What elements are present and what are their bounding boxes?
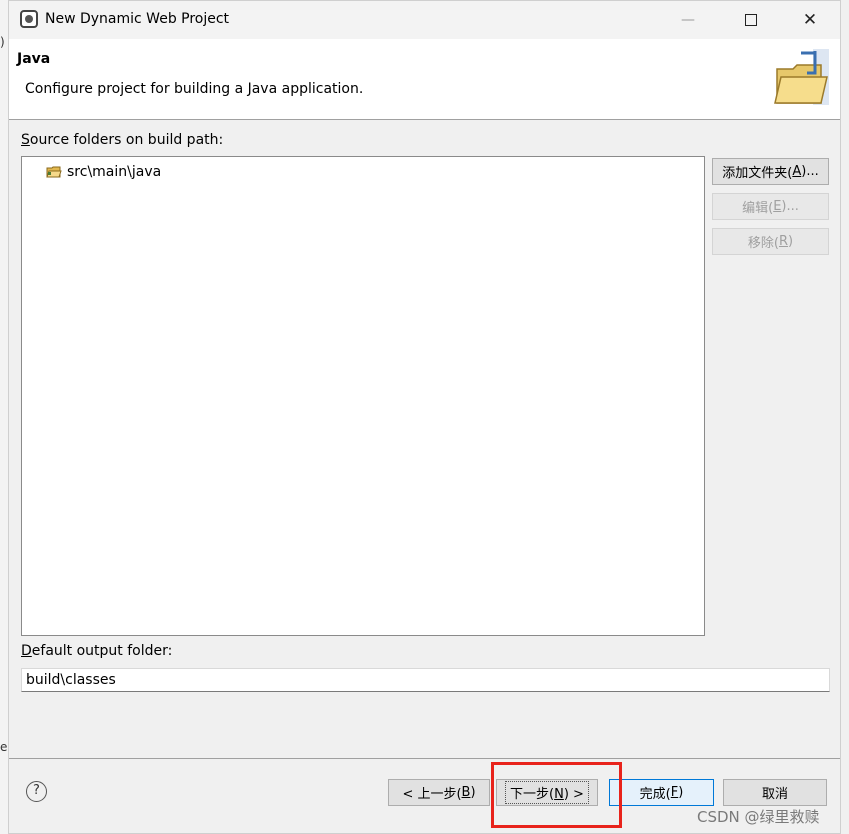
source-folders-label: Source folders on build path:	[21, 132, 224, 148]
annotation-highlight-box	[491, 762, 622, 828]
window-title: New Dynamic Web Project	[45, 11, 230, 27]
maximize-button[interactable]	[728, 7, 774, 33]
close-button[interactable]: ✕	[787, 7, 833, 33]
add-folder-button[interactable]: 添加文件夹(A)...	[712, 158, 829, 185]
output-folder-input[interactable]: build\classes	[21, 668, 830, 692]
remove-button[interactable]: 移除(R)	[712, 228, 829, 255]
wizard-banner: Java Configure project for building a Ja…	[9, 39, 840, 120]
edit-button[interactable]: 编辑(E)...	[712, 193, 829, 220]
watermark: CSDN @绿里救赎	[697, 808, 820, 826]
footer-separator	[9, 758, 840, 759]
eclipse-app-icon	[20, 10, 38, 28]
minimize-button[interactable]: —	[665, 7, 711, 33]
dialog-window: New Dynamic Web Project — ✕ Java Configu…	[8, 0, 841, 834]
cancel-button[interactable]: 取消	[723, 779, 827, 806]
maximize-icon	[745, 14, 757, 26]
output-folder-label: Default output folder:	[21, 643, 173, 659]
list-item[interactable]: src\main\java	[46, 162, 161, 182]
page-title: Java	[17, 51, 51, 67]
list-item-label: src\main\java	[67, 164, 162, 180]
background-text-fragment: e	[0, 740, 8, 754]
back-button[interactable]: < 上一步(B)	[388, 779, 490, 806]
source-folder-icon	[46, 166, 62, 178]
background-text-fragment: )	[0, 35, 5, 49]
source-folder-list[interactable]: src\main\java	[21, 156, 705, 636]
page-description: Configure project for building a Java ap…	[25, 81, 364, 97]
help-button[interactable]: ?	[26, 781, 47, 802]
folder-java-icon	[774, 49, 829, 105]
finish-button[interactable]: 完成(F)	[609, 779, 714, 806]
title-bar[interactable]: New Dynamic Web Project — ✕	[9, 1, 840, 39]
background-app-edge: ) e	[0, 0, 8, 834]
